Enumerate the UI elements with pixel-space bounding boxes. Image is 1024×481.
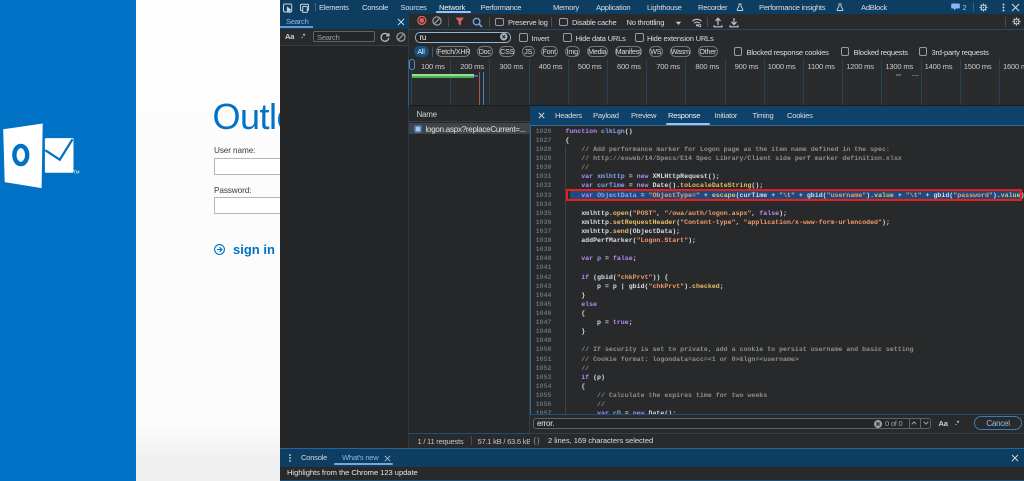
- svg-text:TM: TM: [73, 170, 80, 175]
